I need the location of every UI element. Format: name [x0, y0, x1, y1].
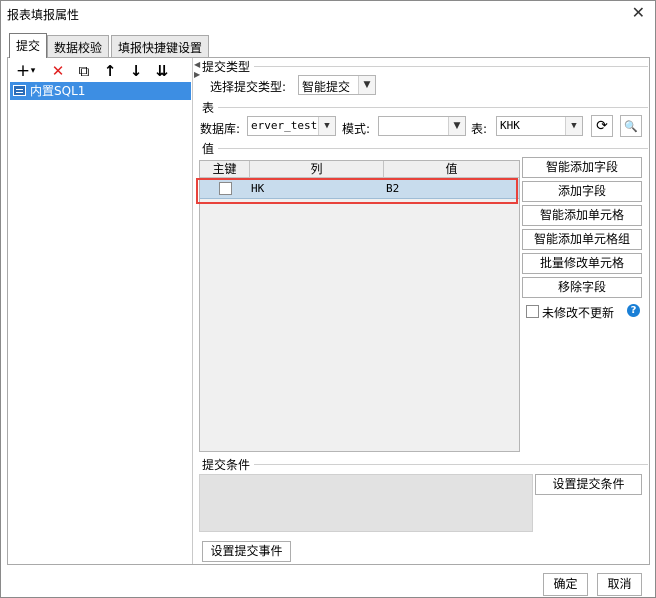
- tab-shortcut-settings[interactable]: 填报快捷键设置: [111, 35, 210, 57]
- table-header: 主键 列 值: [200, 161, 519, 178]
- collapse-arrow-icon[interactable]: ◀: [194, 60, 200, 69]
- dialog-window: 报表填报属性 ✕ 提交 数据校验 填报快捷键设置 + ▾ ✕ ⧉ ↑ ↓ ⇊ 内…: [0, 0, 656, 598]
- condition-group-title: 提交条件: [202, 456, 255, 473]
- tab-submit[interactable]: 提交: [9, 33, 48, 58]
- divider: [202, 464, 648, 465]
- copy-icon[interactable]: ⧉: [73, 60, 95, 82]
- delete-icon[interactable]: ✕: [47, 60, 69, 82]
- table-select[interactable]: KHK ▼: [496, 116, 583, 136]
- column-header-column[interactable]: 列: [250, 161, 384, 178]
- move-down-icon[interactable]: ↓: [125, 60, 147, 82]
- schema-label: 模式:: [342, 122, 371, 136]
- divider: [202, 107, 648, 108]
- submit-type-value: 智能提交: [302, 80, 351, 94]
- batch-modify-cell-button[interactable]: 批量修改单元格: [522, 253, 642, 274]
- chevron-down-icon: ▼: [565, 117, 582, 135]
- tree-item-sql1[interactable]: 内置SQL1: [10, 82, 191, 100]
- remove-field-button[interactable]: 移除字段: [522, 277, 642, 298]
- refresh-icon: ⟳: [596, 118, 608, 134]
- help-icon[interactable]: ?: [627, 304, 640, 317]
- add-field-button[interactable]: 添加字段: [522, 181, 642, 202]
- preview-icon: 🔍: [624, 119, 638, 133]
- database-label: 数据库:: [200, 122, 241, 136]
- database-value: erver_test: [251, 119, 318, 132]
- smart-add-field-button[interactable]: 智能添加字段: [522, 157, 642, 178]
- chevron-down-icon: ▼: [358, 76, 375, 94]
- title-bar: 报表填报属性 ✕: [1, 1, 655, 27]
- column-header-value[interactable]: 值: [384, 161, 519, 178]
- move-bottom-icon[interactable]: ⇊: [151, 60, 173, 82]
- table-label: 表:: [471, 122, 488, 136]
- set-event-button[interactable]: 设置提交事件: [202, 541, 291, 562]
- smart-add-cell-group-button[interactable]: 智能添加单元格组: [522, 229, 642, 250]
- table-group-title: 表: [202, 99, 219, 116]
- smart-add-cell-button[interactable]: 智能添加单元格: [522, 205, 642, 226]
- close-icon[interactable]: ✕: [632, 3, 645, 22]
- values-group-title: 值: [202, 140, 219, 157]
- tree-item-label: 内置SQL1: [30, 84, 86, 98]
- divider: [202, 66, 648, 67]
- database-icon: [13, 85, 26, 96]
- database-select[interactable]: erver_test ▼: [247, 116, 336, 136]
- table-value: KHK: [500, 119, 520, 132]
- condition-display-area: [199, 474, 533, 532]
- expand-arrow-icon[interactable]: ▶: [194, 70, 200, 79]
- add-dropdown-icon[interactable]: ▾: [28, 60, 38, 82]
- cancel-button[interactable]: 取消: [597, 573, 642, 596]
- left-toolbar: + ▾ ✕ ⧉ ↑ ↓ ⇊: [10, 60, 190, 82]
- set-condition-button[interactable]: 设置提交条件: [535, 474, 642, 495]
- column-header-key[interactable]: 主键: [200, 161, 250, 178]
- divider: [202, 148, 648, 149]
- move-up-icon[interactable]: ↑: [99, 60, 121, 82]
- unmodified-no-update-checkbox[interactable]: [526, 305, 539, 318]
- tab-content-panel: + ▾ ✕ ⧉ ↑ ↓ ⇊ 内置SQL1 ◀ ▶ 提交类型 选择提交类型: 智能…: [7, 57, 650, 565]
- chevron-down-icon: ▼: [448, 117, 465, 135]
- schema-select[interactable]: ▼: [378, 116, 466, 136]
- chevron-down-icon: ▼: [318, 117, 335, 135]
- refresh-button[interactable]: ⟳: [591, 115, 613, 137]
- submit-type-group-title: 提交类型: [202, 58, 255, 75]
- window-title: 报表填报属性: [7, 8, 80, 22]
- submit-type-select[interactable]: 智能提交 ▼: [298, 75, 376, 95]
- tab-data-validation[interactable]: 数据校验: [47, 35, 110, 57]
- sql-tree: 内置SQL1: [10, 82, 191, 100]
- left-pane: + ▾ ✕ ⧉ ↑ ↓ ⇊ 内置SQL1: [8, 58, 193, 564]
- preview-button[interactable]: 🔍: [620, 115, 642, 137]
- highlight-annotation: [196, 178, 518, 204]
- unmodified-no-update-label: 未修改不更新: [542, 306, 615, 320]
- ok-button[interactable]: 确定: [543, 573, 588, 596]
- submit-type-label: 选择提交类型:: [210, 80, 287, 94]
